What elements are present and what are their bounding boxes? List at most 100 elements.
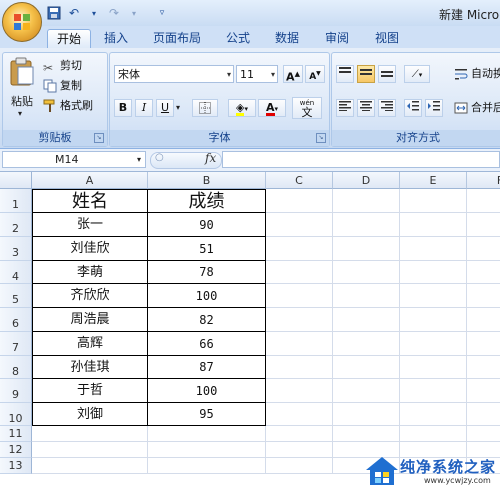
- row-header[interactable]: 13: [0, 458, 32, 474]
- align-bottom-button[interactable]: [378, 65, 396, 83]
- grow-font-button[interactable]: A▲: [283, 65, 303, 84]
- empty-cell[interactable]: [400, 356, 467, 379]
- tab-review[interactable]: 审阅: [316, 29, 358, 48]
- name-cell[interactable]: 张一: [32, 213, 148, 237]
- font-color-button[interactable]: A▾: [258, 99, 286, 117]
- empty-cell[interactable]: [266, 189, 333, 213]
- empty-cell[interactable]: [467, 356, 500, 379]
- empty-cell[interactable]: [400, 284, 467, 308]
- align-top-button[interactable]: [336, 65, 354, 83]
- row-header[interactable]: 3: [0, 237, 32, 261]
- empty-cell[interactable]: [467, 261, 500, 284]
- phonetic-guide-button[interactable]: wén 文: [292, 97, 322, 119]
- row-header[interactable]: 5: [0, 284, 32, 308]
- worksheet-grid[interactable]: A B C D E F 1 姓名 成绩 2 张一 90 3 刘佳欣 51 4 李萌 78 5 齐欣欣 100…: [0, 172, 500, 491]
- column-header-e[interactable]: E: [400, 172, 467, 189]
- empty-cell[interactable]: [333, 284, 400, 308]
- empty-cell[interactable]: [266, 379, 333, 403]
- empty-cell[interactable]: [266, 261, 333, 284]
- name-cell[interactable]: 齐欣欣: [32, 284, 148, 308]
- column-header-d[interactable]: D: [333, 172, 400, 189]
- row-header[interactable]: 10: [0, 403, 32, 426]
- empty-cell[interactable]: [333, 403, 400, 426]
- chevron-down-icon[interactable]: ▾: [176, 103, 180, 112]
- score-cell[interactable]: 100: [148, 379, 266, 403]
- empty-cell[interactable]: [333, 189, 400, 213]
- name-cell[interactable]: 周浩晨: [32, 308, 148, 332]
- empty-cell[interactable]: [400, 213, 467, 237]
- align-center-button[interactable]: [357, 99, 375, 117]
- empty-cell[interactable]: [333, 379, 400, 403]
- empty-cell[interactable]: [266, 356, 333, 379]
- score-cell[interactable]: 78: [148, 261, 266, 284]
- tab-insert[interactable]: 插入: [96, 29, 136, 48]
- empty-cell[interactable]: [266, 213, 333, 237]
- table-header-cell[interactable]: 成绩: [148, 189, 266, 213]
- row-header[interactable]: 9: [0, 379, 32, 403]
- score-cell[interactable]: 90: [148, 213, 266, 237]
- empty-cell[interactable]: [266, 332, 333, 356]
- name-cell[interactable]: 李萌: [32, 261, 148, 284]
- name-box[interactable]: M14 ▾: [2, 151, 146, 168]
- align-middle-button[interactable]: [357, 65, 375, 83]
- empty-cell[interactable]: [467, 308, 500, 332]
- office-button[interactable]: [2, 2, 42, 42]
- empty-cell[interactable]: [400, 332, 467, 356]
- decrease-indent-button[interactable]: [404, 99, 422, 117]
- fill-color-button[interactable]: ◈▾: [228, 99, 256, 117]
- font-name-select[interactable]: 宋体 ▾: [114, 65, 234, 83]
- formula-input[interactable]: [222, 151, 500, 168]
- name-cell[interactable]: 于哲: [32, 379, 148, 403]
- column-header-f[interactable]: F: [467, 172, 500, 189]
- empty-cell[interactable]: [467, 332, 500, 356]
- name-cell[interactable]: 刘御: [32, 403, 148, 426]
- paste-button[interactable]: 粘贴 ▾: [7, 57, 37, 127]
- row-header[interactable]: 4: [0, 261, 32, 284]
- empty-cell[interactable]: [333, 308, 400, 332]
- tab-formulas[interactable]: 公式: [218, 29, 258, 48]
- table-header-cell[interactable]: 姓名: [32, 189, 148, 213]
- orientation-button[interactable]: ⟋▾: [404, 65, 430, 83]
- row-header[interactable]: 2: [0, 213, 32, 237]
- empty-cell[interactable]: [333, 213, 400, 237]
- empty-cell[interactable]: [467, 213, 500, 237]
- empty-cell[interactable]: [467, 237, 500, 261]
- tab-view[interactable]: 视图: [366, 29, 408, 48]
- empty-cell[interactable]: [32, 426, 148, 442]
- name-cell[interactable]: 孙佳琪: [32, 356, 148, 379]
- empty-cell[interactable]: [148, 458, 266, 474]
- increase-indent-button[interactable]: [425, 99, 443, 117]
- dropdown-icon[interactable]: ▾: [86, 5, 102, 21]
- empty-cell[interactable]: [148, 442, 266, 458]
- column-header-c[interactable]: C: [266, 172, 333, 189]
- empty-cell[interactable]: [266, 308, 333, 332]
- tab-home[interactable]: 开始: [47, 29, 91, 49]
- empty-cell[interactable]: [400, 237, 467, 261]
- select-all-corner[interactable]: [0, 172, 32, 189]
- empty-cell[interactable]: [467, 189, 500, 213]
- score-cell[interactable]: 87: [148, 356, 266, 379]
- row-header[interactable]: 12: [0, 442, 32, 458]
- row-header[interactable]: 1: [0, 189, 32, 213]
- empty-cell[interactable]: [266, 237, 333, 261]
- bold-button[interactable]: B: [114, 99, 132, 117]
- empty-cell[interactable]: [400, 308, 467, 332]
- wrap-text-button[interactable]: 自动换: [454, 65, 500, 83]
- borders-button[interactable]: [192, 99, 218, 117]
- row-header[interactable]: 6: [0, 308, 32, 332]
- align-right-button[interactable]: [378, 99, 396, 117]
- empty-cell[interactable]: [467, 426, 500, 442]
- empty-cell[interactable]: [266, 284, 333, 308]
- customize-toolbar-icon[interactable]: ▿: [154, 5, 170, 21]
- insert-function-button[interactable]: fx: [205, 151, 216, 165]
- save-icon[interactable]: [46, 5, 62, 21]
- empty-cell[interactable]: [333, 426, 400, 442]
- underline-button[interactable]: U: [156, 99, 174, 117]
- undo-icon[interactable]: ↶: [66, 5, 82, 21]
- empty-cell[interactable]: [467, 284, 500, 308]
- empty-cell[interactable]: [333, 332, 400, 356]
- font-size-select[interactable]: 11 ▾: [236, 65, 278, 83]
- empty-cell[interactable]: [32, 458, 148, 474]
- score-cell[interactable]: 100: [148, 284, 266, 308]
- resize-handle-icon[interactable]: ○: [155, 152, 164, 163]
